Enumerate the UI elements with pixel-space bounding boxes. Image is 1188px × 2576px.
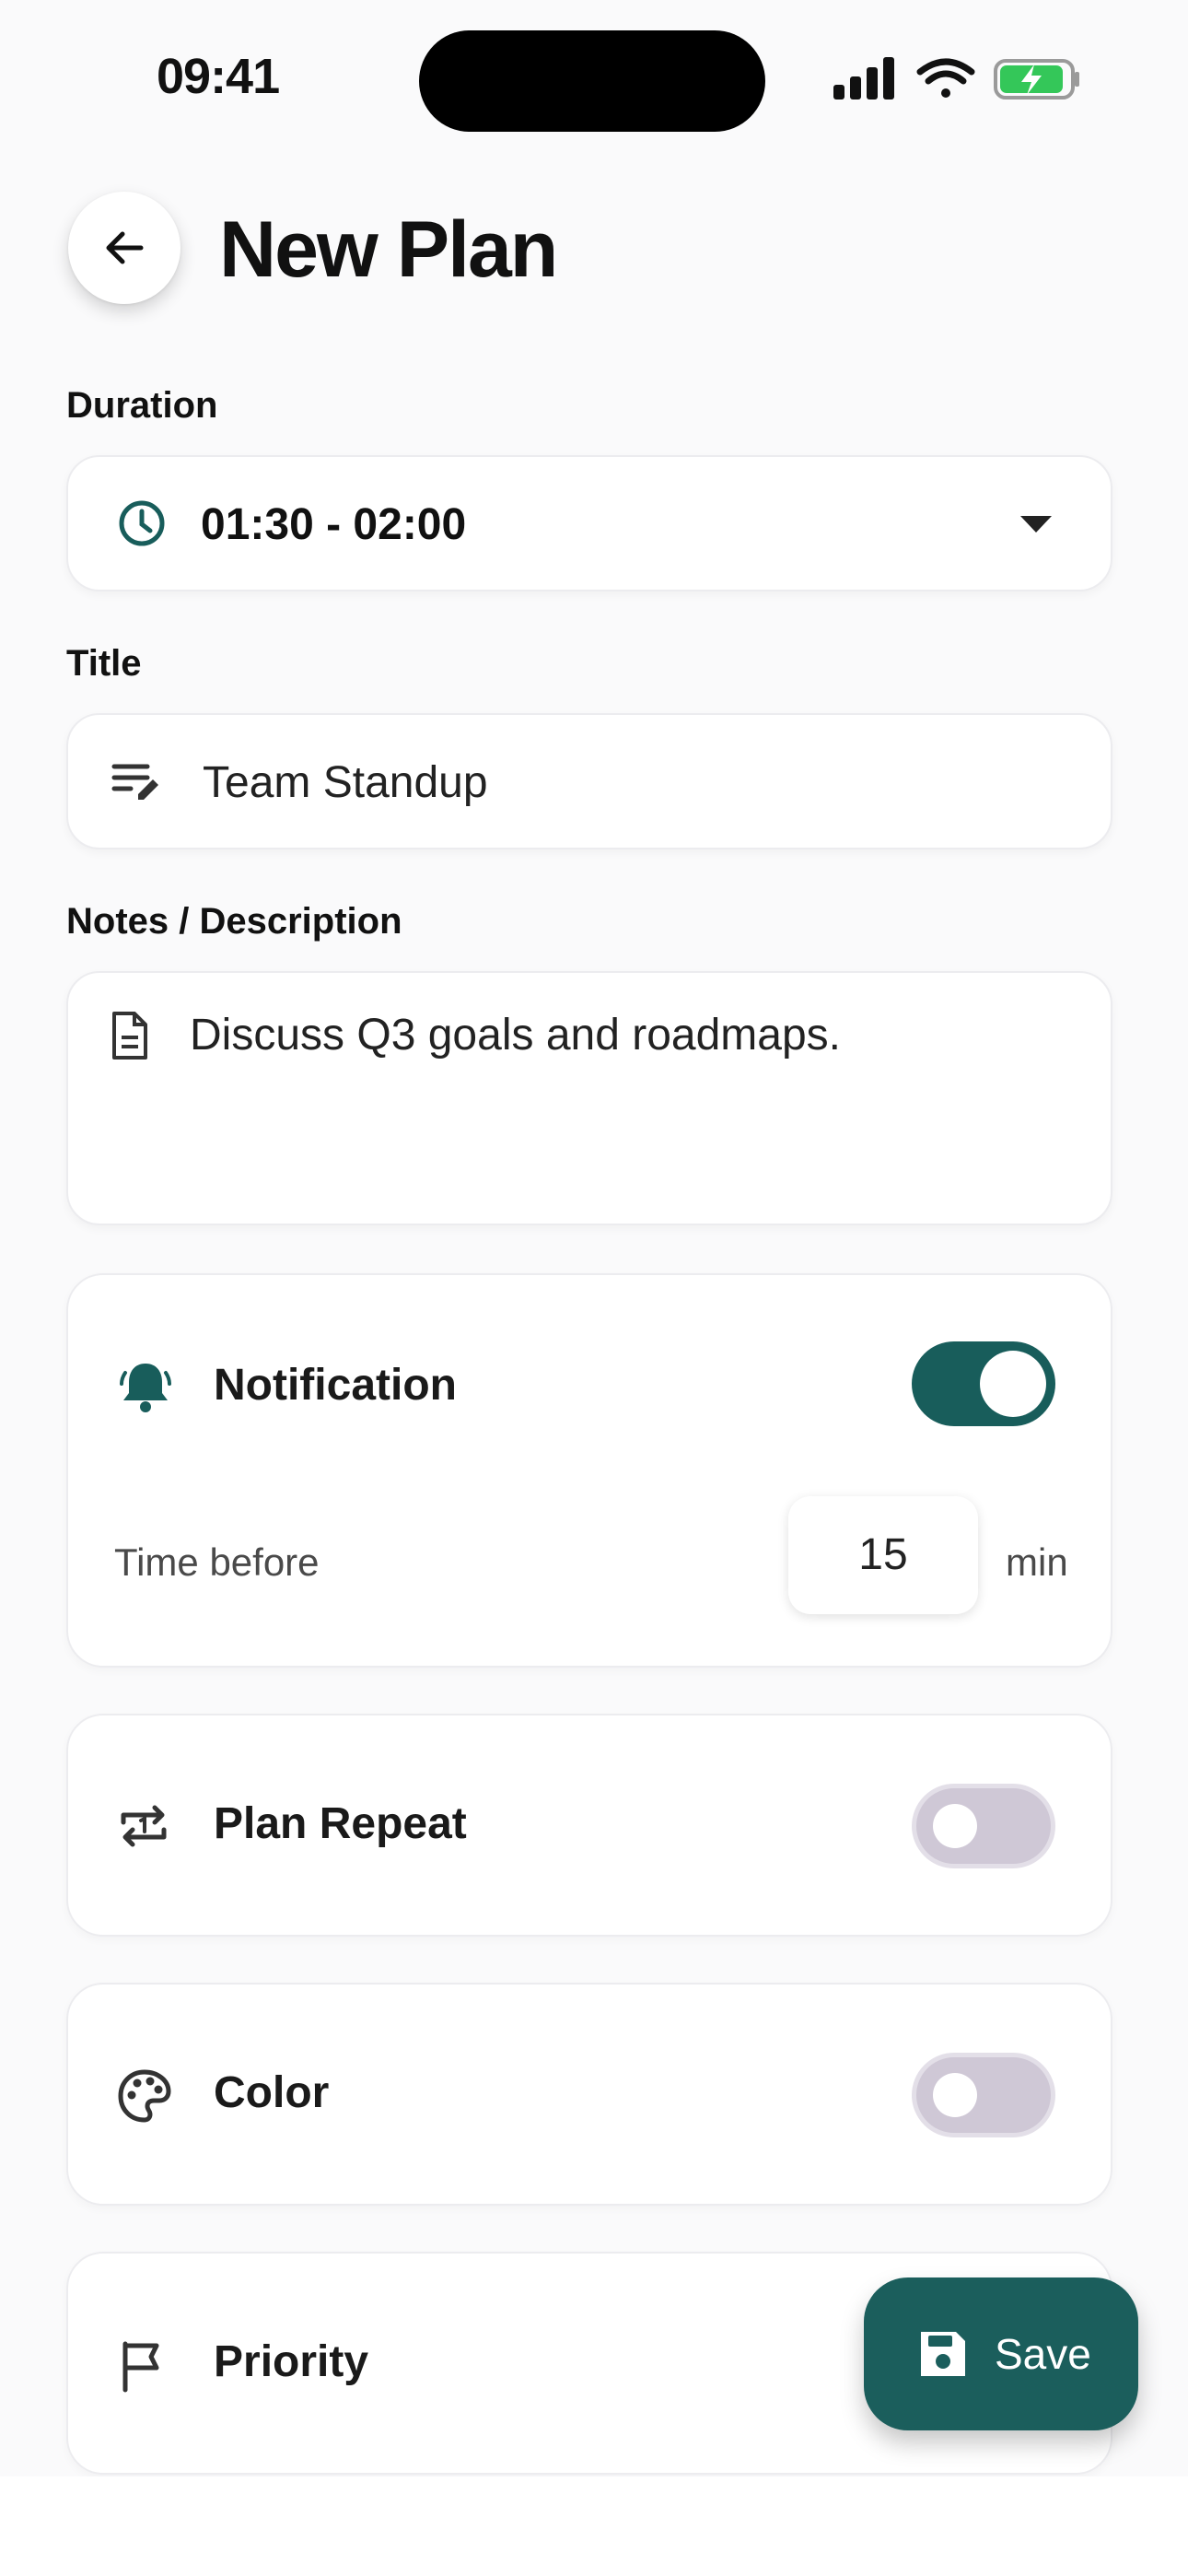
dynamic-island <box>419 30 765 132</box>
notes-textarea[interactable]: Discuss Q3 goals and roadmaps. <box>66 971 1112 1225</box>
status-time: 09:41 <box>157 49 280 104</box>
status-bar: 09:41 <box>0 0 1188 138</box>
battery-icon <box>994 59 1079 100</box>
notes-value: Discuss Q3 goals and roadmaps. <box>190 1011 842 1060</box>
color-title: Color <box>214 2068 330 2117</box>
repeat-title: Plan Repeat <box>214 1799 467 1848</box>
toggle-knob <box>980 1351 1046 1417</box>
duration-value: 01:30 - 02:00 <box>201 500 467 549</box>
time-before-label: Time before <box>114 1540 320 1584</box>
edit-note-icon <box>111 764 158 800</box>
color-card: Color <box>66 1983 1112 2206</box>
clock-icon <box>119 500 165 546</box>
notes-label: Notes / Description <box>66 901 402 942</box>
title-input[interactable]: Team Standup <box>66 713 1112 849</box>
notification-toggle[interactable] <box>912 1341 1055 1426</box>
repeat-toggle[interactable] <box>912 1784 1055 1868</box>
notification-title: Notification <box>214 1361 457 1410</box>
minutes-input[interactable]: 15 <box>788 1496 978 1614</box>
caret-down-icon <box>1020 516 1052 533</box>
repeat-card: Plan Repeat <box>66 1714 1112 1937</box>
wifi-icon <box>916 58 975 98</box>
toggle-knob <box>933 2073 977 2117</box>
bell-icon <box>120 1364 171 1412</box>
duration-label: Duration <box>66 385 218 426</box>
save-label: Save <box>995 2330 1091 2378</box>
notification-card: Notification Time before 15 min <box>66 1273 1112 1668</box>
toggle-knob <box>933 1804 977 1848</box>
title-label: Title <box>66 643 142 684</box>
priority-title: Priority <box>214 2337 369 2386</box>
signal-icon <box>833 57 894 100</box>
status-icons <box>833 57 1079 100</box>
palette-icon <box>118 2069 171 2123</box>
document-icon <box>112 1012 147 1060</box>
back-button[interactable] <box>68 192 181 304</box>
arrow-left-icon <box>106 231 144 264</box>
repeat-one-icon <box>121 1805 167 1847</box>
color-toggle[interactable] <box>912 2053 1055 2137</box>
bottom-area <box>0 2476 1188 2576</box>
page-title: New Plan <box>219 205 558 294</box>
minutes-unit: min <box>1006 1540 1068 1584</box>
title-value: Team Standup <box>203 758 488 807</box>
save-button[interactable]: Save <box>864 2277 1138 2430</box>
flag-icon <box>122 2341 159 2393</box>
save-icon <box>921 2332 965 2376</box>
duration-select[interactable]: 01:30 - 02:00 <box>66 455 1112 591</box>
